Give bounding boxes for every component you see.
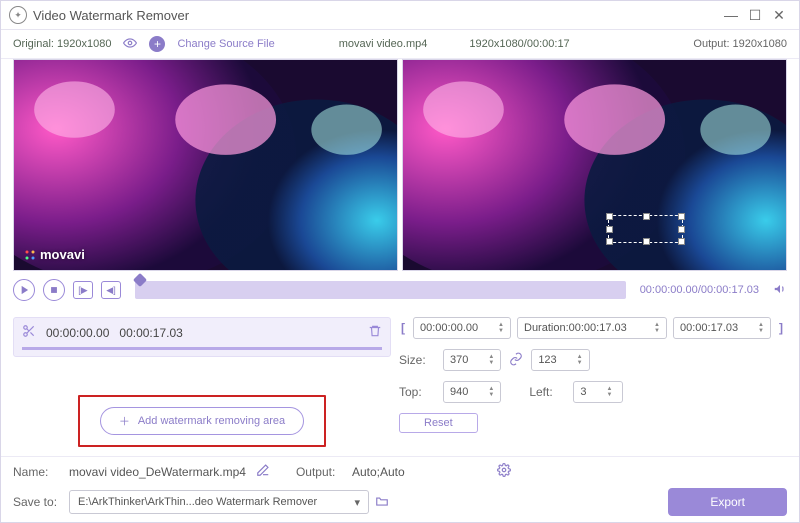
delete-segment-icon[interactable] [368,324,382,341]
bracket-close-icon[interactable]: ] [777,321,785,335]
bracket-open-icon[interactable]: [ [399,321,407,335]
spinner-icon[interactable]: ▲▼ [498,322,504,334]
dropdown-icon[interactable]: ▾ [354,496,360,509]
params-column: [ 00:00:00.00▲▼ Duration:00:00:17.03▲▼ 0… [399,317,787,448]
mark-in-button[interactable]: [▶ [73,281,93,299]
spinner-icon[interactable]: ▲▼ [758,322,764,334]
source-info: 1920x1080/00:00:17 [469,38,569,50]
timeline-cursor[interactable] [133,273,147,287]
name-label: Name: [13,465,63,479]
output-settings-icon[interactable] [497,463,511,480]
spinner-icon[interactable]: ▲▼ [488,354,494,366]
top-input[interactable]: 940▲▼ [443,381,501,403]
plus-icon: ＋ [119,413,130,429]
movavi-watermark: movavi [24,247,85,262]
segment-bar [22,347,382,350]
time-display: 00:00:00.00/00:00:17.03 [640,284,759,296]
volume-icon[interactable] [773,282,787,299]
size-label: Size: [399,353,437,367]
stop-button[interactable] [43,279,65,301]
app-logo-icon: ✦ [9,6,27,24]
change-source-button[interactable]: Change Source File [177,38,274,50]
output-name: movavi video_DeWatermark.mp4 [69,465,246,479]
maximize-button[interactable]: ☐ [743,3,767,27]
export-button[interactable]: Export [668,488,787,516]
output-resolution-label: Output: 1920x1080 [693,38,787,50]
preview-eye-icon[interactable] [123,36,137,53]
timeline-slider[interactable] [135,281,626,299]
close-button[interactable]: ✕ [767,3,791,27]
left-input[interactable]: 3▲▼ [573,381,623,403]
segment-end: 00:00:17.03 [119,326,182,340]
result-preview[interactable] [402,59,787,271]
range-duration-input[interactable]: Duration:00:00:17.03▲▼ [517,317,667,339]
output-format-label: Output: [296,465,346,479]
segments-column: 00:00:00.00 00:00:17.03 ＋ Add watermark … [13,317,391,448]
link-aspect-icon[interactable] [507,352,525,369]
player-controls: [▶ ◀] 00:00:00.00/00:00:17.03 [1,271,799,309]
titlebar: ✦ Video Watermark Remover — ☐ ✕ [1,1,799,30]
edit-name-icon[interactable] [256,463,270,480]
original-resolution-label: Original: 1920x1080 [13,38,111,50]
spinner-icon[interactable]: ▲▼ [606,386,612,398]
play-button[interactable] [13,279,35,301]
segment-start: 00:00:00.00 [46,326,109,340]
mark-out-button[interactable]: ◀] [101,281,121,299]
app-window: ✦ Video Watermark Remover — ☐ ✕ Original… [0,0,800,523]
spinner-icon[interactable]: ▲▼ [488,386,494,398]
mid-section: 00:00:00.00 00:00:17.03 ＋ Add watermark … [1,309,799,456]
width-input[interactable]: 370▲▼ [443,349,501,371]
source-filename: movavi video.mp4 [339,38,428,50]
bottom-bar: Name: movavi video_DeWatermark.mp4 Outpu… [1,456,799,522]
height-input[interactable]: 123▲▼ [531,349,589,371]
top-label: Top: [399,385,437,399]
range-start-input[interactable]: 00:00:00.00▲▼ [413,317,511,339]
spinner-icon[interactable]: ▲▼ [577,354,583,366]
range-end-input[interactable]: 00:00:17.03▲▼ [673,317,771,339]
minimize-button[interactable]: — [719,3,743,27]
scissors-icon [22,324,36,341]
preview-row: movavi [1,59,799,271]
segment-item[interactable]: 00:00:00.00 00:00:17.03 [13,317,391,357]
add-area-button[interactable]: ＋ Add watermark removing area [100,407,304,435]
selection-rectangle[interactable] [608,215,683,243]
saveto-label: Save to: [13,495,63,509]
reset-button[interactable]: Reset [399,413,478,433]
output-format-value: Auto;Auto [352,465,405,479]
highlight-box: ＋ Add watermark removing area [78,395,326,447]
change-source-plus-icon[interactable]: + [149,36,165,52]
spinner-icon[interactable]: ▲▼ [654,322,660,334]
saveto-path-select[interactable]: E:\ArkThinker\ArkThin...deo Watermark Re… [69,490,369,514]
open-folder-icon[interactable] [375,494,389,511]
original-preview: movavi [13,59,398,271]
infobar: Original: 1920x1080 + Change Source File… [1,30,799,59]
left-label: Left: [529,385,567,399]
window-title: Video Watermark Remover [33,8,189,23]
